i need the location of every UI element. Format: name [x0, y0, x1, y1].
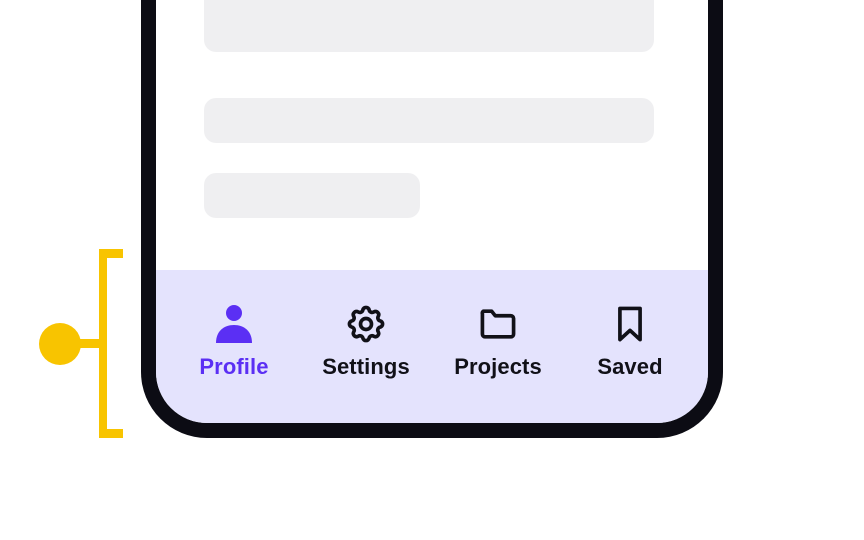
tab-label: Settings [322, 354, 410, 379]
skeleton-line-full [204, 98, 654, 143]
person-icon [212, 302, 256, 346]
tab-settings[interactable]: Settings [300, 270, 432, 380]
annotation-dot [39, 323, 81, 365]
tab-saved[interactable]: Saved [564, 270, 696, 380]
tab-label: Profile [199, 354, 269, 379]
skeleton-block-large [204, 0, 654, 52]
tab-label: Saved [597, 354, 663, 379]
folder-icon [476, 302, 520, 346]
tab-label: Projects [454, 354, 542, 379]
phone-frame: Profile Settings Projects Saved [141, 0, 723, 438]
tab-profile[interactable]: Profile [168, 270, 300, 380]
bottom-tab-bar: Profile Settings Projects Saved [156, 270, 708, 423]
skeleton-line-short [204, 173, 420, 218]
bookmark-icon [608, 302, 652, 346]
stage: Profile Settings Projects Saved [0, 0, 864, 540]
gear-icon [344, 302, 388, 346]
tab-projects[interactable]: Projects [432, 270, 564, 380]
